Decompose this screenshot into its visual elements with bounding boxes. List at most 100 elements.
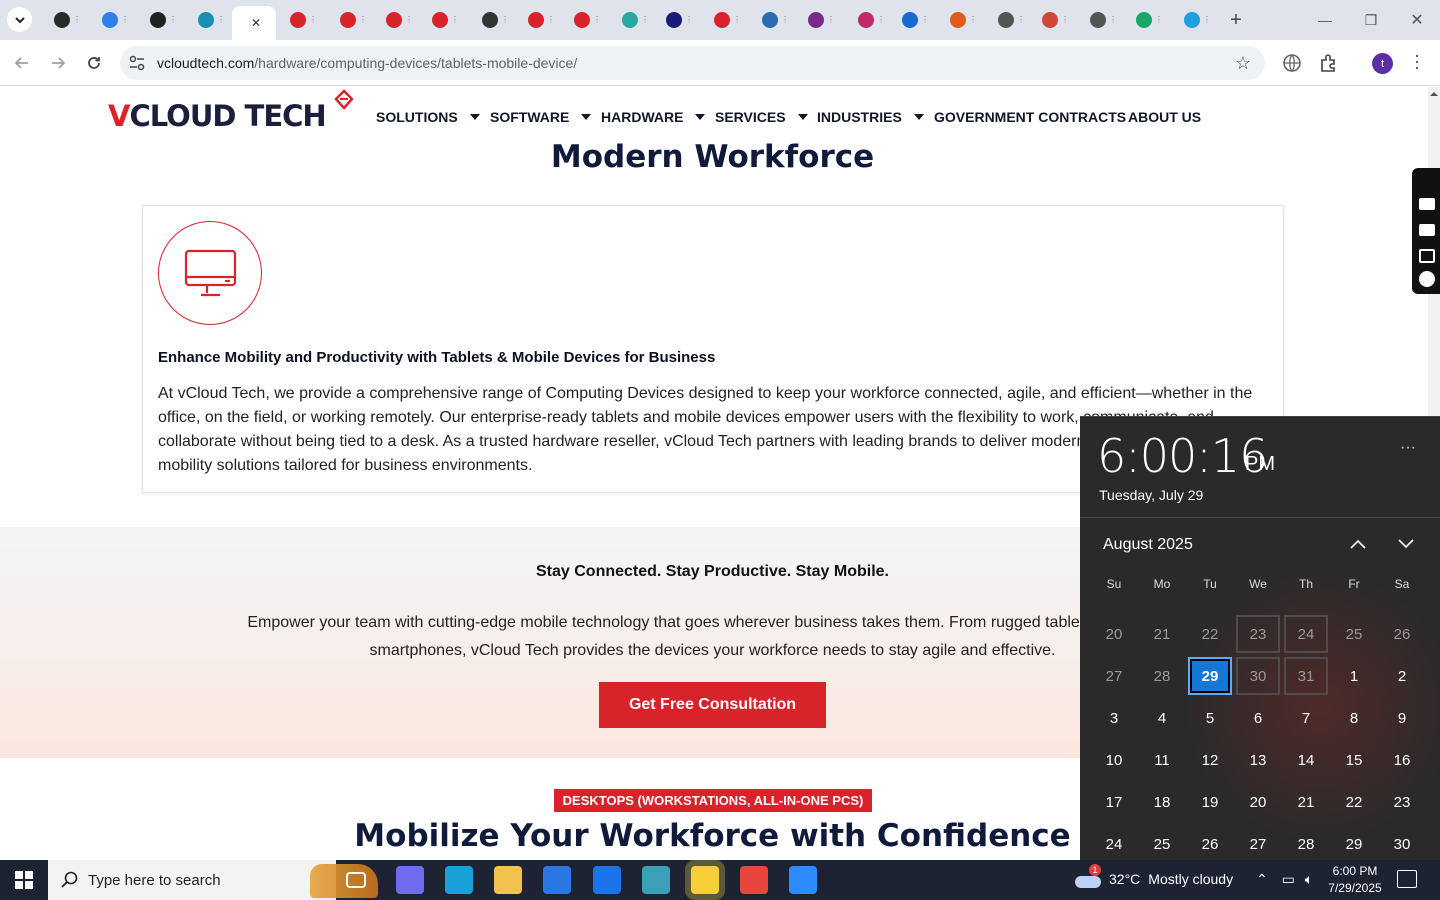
calendar-day[interactable]: 22 [1188,615,1232,653]
sticky-notes-icon[interactable] [691,866,719,894]
calendar-day[interactable]: 8 [1332,699,1376,737]
profile-avatar[interactable]: t [1372,53,1393,74]
calendar-day-today[interactable]: 29 [1188,657,1232,695]
calendar-day[interactable]: 11 [1140,741,1184,779]
video-icon[interactable] [1419,224,1435,236]
calendar-day[interactable]: 4 [1140,699,1184,737]
browser-tab[interactable]: ⋮ [944,6,988,34]
browser-tab[interactable]: ⋮ [192,6,236,34]
close-window-button[interactable]: ✕ [1394,8,1440,32]
zoom-icon[interactable] [789,866,817,894]
mail-icon[interactable] [593,866,621,894]
calendar-day[interactable]: 9 [1380,699,1424,737]
calendar-day[interactable]: 28 [1140,657,1184,695]
calendar-day[interactable]: 24 [1092,825,1136,860]
browser-tab[interactable]: ⋮ [568,6,612,34]
camera-icon[interactable] [1419,198,1435,210]
browser-tab[interactable]: ⋮ [96,6,140,34]
notifications-icon[interactable] [1397,870,1417,888]
browser-tab[interactable]: ⋮ [476,6,520,34]
browser-tab[interactable]: ⋮ [896,6,940,34]
scroll-up-icon[interactable] [1428,88,1440,100]
calendar-day[interactable]: 13 [1236,741,1280,779]
chrome-icon[interactable] [740,866,768,894]
calendar-day[interactable]: 19 [1188,783,1232,821]
bookmark-star-icon[interactable]: ☆ [1235,53,1251,74]
more-options-icon[interactable]: ··· [1400,439,1416,457]
window-icon[interactable] [1419,249,1435,263]
get-consultation-button[interactable]: Get Free Consultation [599,682,826,728]
calendar-day[interactable]: 26 [1380,615,1424,653]
store-icon[interactable] [543,866,571,894]
calendar-day[interactable]: 2 [1380,657,1424,695]
calendar-day[interactable]: 22 [1332,783,1376,821]
browser-tab[interactable]: ⋮ [48,6,92,34]
calendar-day[interactable]: 15 [1332,741,1376,779]
browser-tab[interactable]: ⋮ [1130,6,1174,34]
nav-item[interactable]: GOVERNMENT CONTRACTS [934,109,1126,125]
weather-widget[interactable]: 1 32°C Mostly cloudy [1075,864,1233,888]
browser-tab[interactable]: ⋮ [334,6,378,34]
calendar-day[interactable]: 16 [1380,741,1424,779]
back-button[interactable] [9,50,35,76]
calendar-day[interactable]: 29 [1332,825,1376,860]
system-tray[interactable]: ⌃ ▭ 🔈︎ [1256,871,1313,888]
nav-item[interactable]: SERVICES [715,109,808,125]
calendar-day[interactable]: 6 [1236,699,1280,737]
calendar-day[interactable]: 25 [1332,615,1376,653]
taskbar-clock[interactable]: 6:00 PM 7/29/2025 [1326,863,1384,897]
browser-tab[interactable]: ⋮ [756,6,800,34]
site-info-icon[interactable] [128,54,146,72]
copilot-icon[interactable] [396,866,424,894]
forward-button[interactable] [45,50,71,76]
task-view-icon[interactable] [346,872,366,888]
browser-tab[interactable]: ⋮ [380,6,424,34]
calendar-day[interactable]: 12 [1188,741,1232,779]
calendar-day[interactable]: 26 [1188,825,1232,860]
calendar-day[interactable]: 28 [1284,825,1328,860]
calendar-day[interactable]: 5 [1188,699,1232,737]
browser-tab[interactable]: ⋮ [802,6,846,34]
calendar-day[interactable]: 7 [1284,699,1328,737]
tray-chevron-up-icon[interactable]: ⌃ [1256,871,1268,887]
browser-menu-icon[interactable]: · · · [1410,46,1424,76]
browser-tab[interactable]: ⋮ [660,6,704,34]
calendar-day[interactable]: 31 [1284,657,1328,695]
browser-tab[interactable]: ⋮ [852,6,896,34]
calendar-day[interactable]: 3 [1092,699,1136,737]
flyout-date[interactable]: Tuesday, July 29 [1099,487,1203,503]
calendar-day[interactable]: 18 [1140,783,1184,821]
settings-gear-icon[interactable] [1419,271,1435,287]
nav-item[interactable]: HARDWARE [601,109,706,125]
address-bar[interactable]: vcloudtech.com/hardware/computing-device… [120,46,1265,80]
calendar-day[interactable]: 24 [1284,615,1328,653]
nav-item[interactable]: SOFTWARE [490,109,592,125]
taskbar-search[interactable]: Type here to search [48,860,378,900]
restore-button[interactable]: ❐ [1348,8,1394,32]
calendar-day[interactable]: 20 [1092,615,1136,653]
next-month-icon[interactable] [1397,537,1415,551]
calendar-day[interactable]: 25 [1140,825,1184,860]
minimize-button[interactable]: — [1302,8,1348,32]
browser-tab[interactable]: ⋮ [616,6,660,34]
browser-tab[interactable]: ⋮ [708,6,752,34]
app-icon[interactable] [642,866,670,894]
site-logo[interactable]: VCLOUD TECH [108,99,327,133]
search-highlight-image[interactable] [310,864,378,898]
start-button[interactable] [0,860,48,900]
calendar-day[interactable]: 17 [1092,783,1136,821]
calendar-day[interactable]: 30 [1236,657,1280,695]
calendar-day[interactable]: 27 [1092,657,1136,695]
month-label[interactable]: August 2025 [1103,536,1193,554]
nav-item[interactable]: INDUSTRIES [817,109,924,125]
nav-item[interactable]: SOLUTIONS [376,109,480,125]
url-text[interactable]: vcloudtech.com/hardware/computing-device… [157,55,577,71]
close-tab-icon[interactable]: ✕ [251,16,261,30]
translate-globe-icon[interactable] [1281,52,1303,74]
calendar-day[interactable]: 14 [1284,741,1328,779]
nav-item[interactable]: ABOUT US [1128,109,1201,125]
browser-tab-active[interactable]: ✕ [232,6,276,40]
calendar-day[interactable]: 20 [1236,783,1280,821]
extensions-icon[interactable] [1318,52,1340,74]
browser-tab[interactable]: ⋮ [426,6,470,34]
